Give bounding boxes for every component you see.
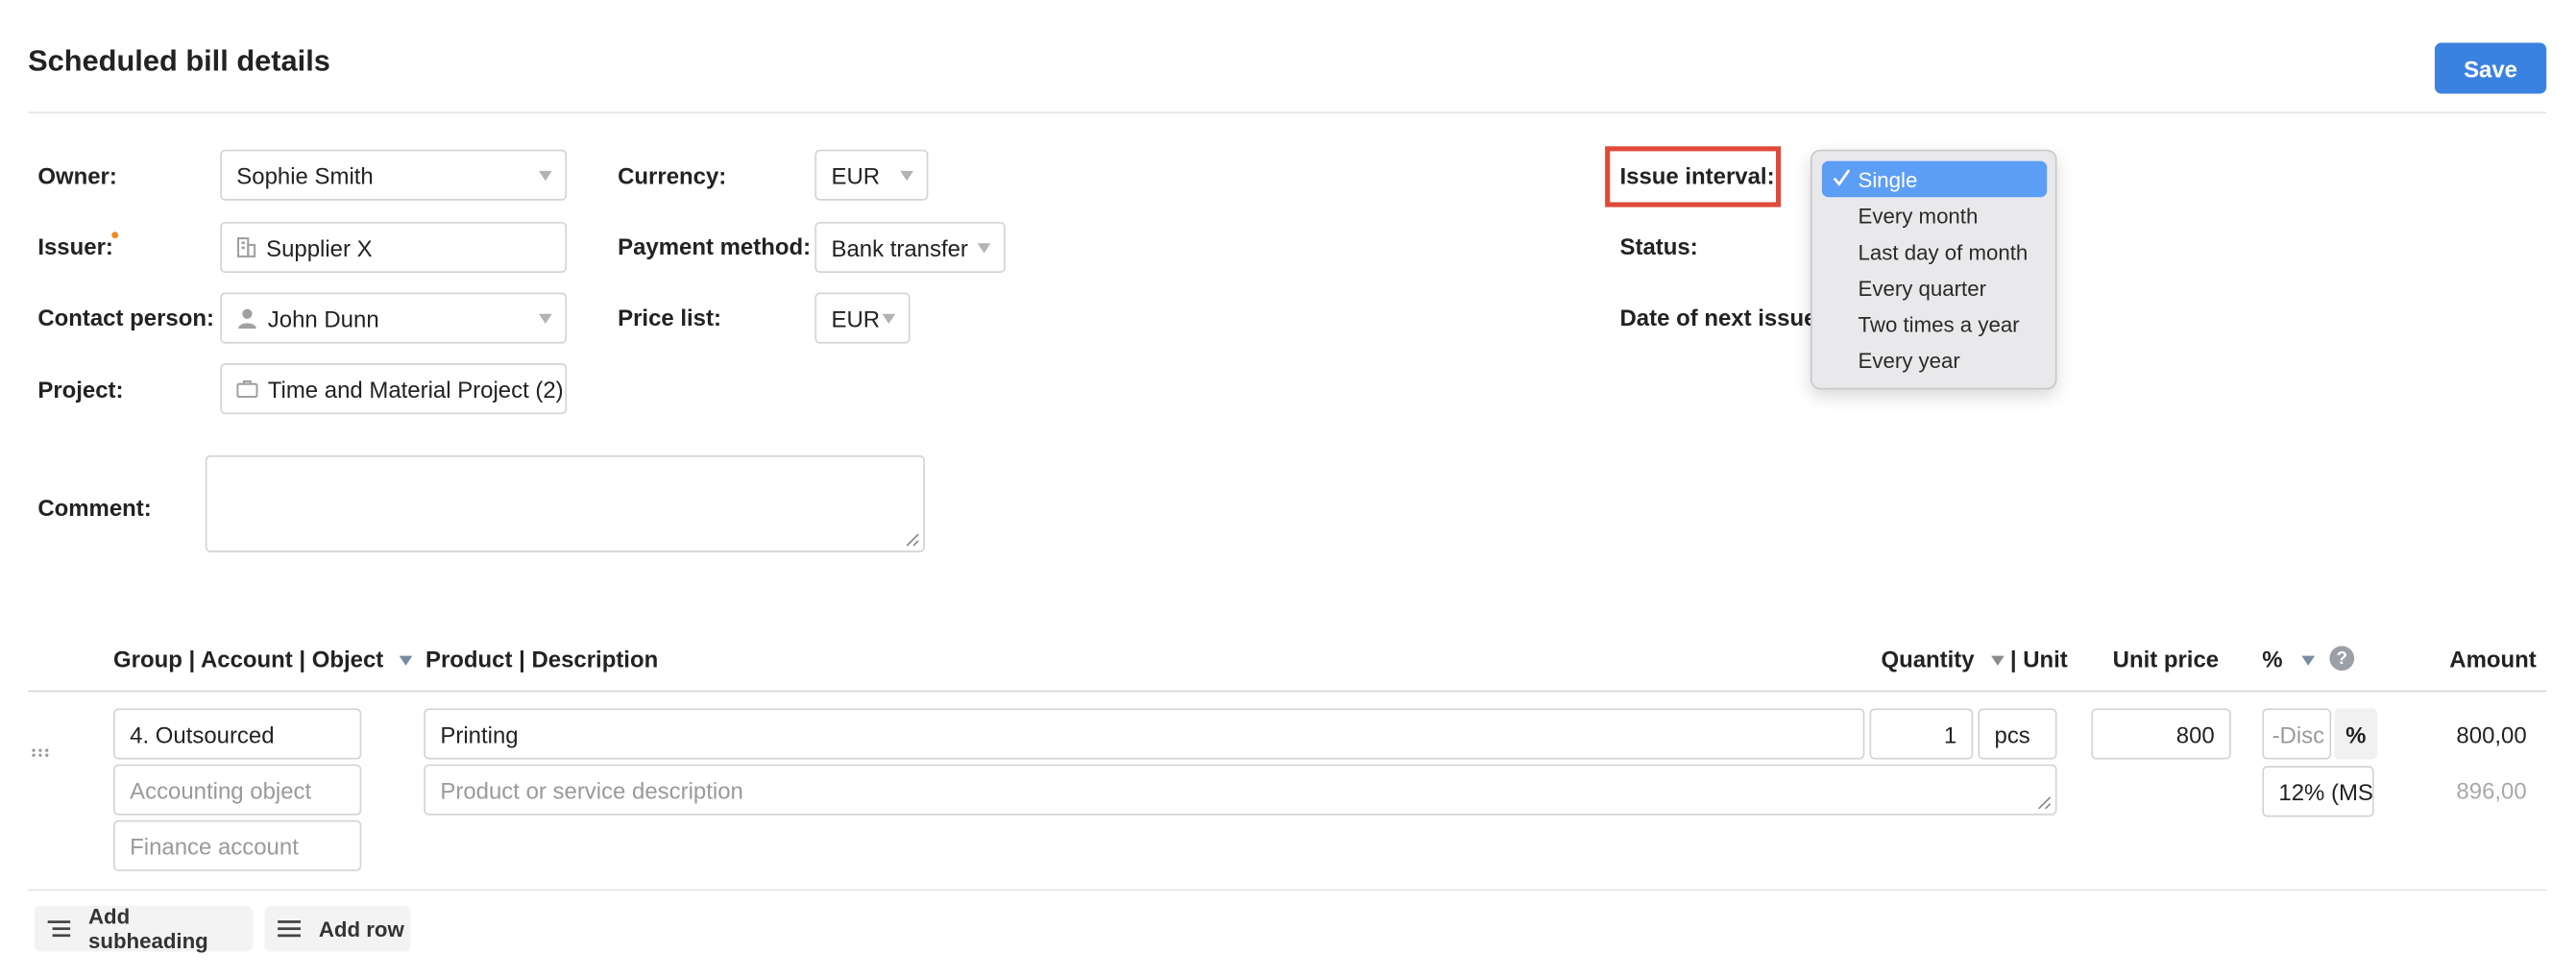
required-indicator: [111, 232, 119, 239]
chevron-down-icon[interactable]: [2301, 656, 2316, 667]
price-list-value: EUR: [831, 305, 881, 331]
table-header-divider: [28, 690, 2547, 693]
rows-icon: [278, 920, 302, 938]
group-account-input[interactable]: 4. Outsourced: [113, 708, 362, 760]
owner-label: Owner:: [37, 162, 117, 189]
column-header-group-label: Group | Account | Object: [113, 646, 384, 672]
column-header-unit-price: Unit price: [2112, 646, 2220, 672]
save-button[interactable]: Save: [2434, 42, 2547, 94]
payment-method-label: Payment method:: [618, 232, 812, 260]
row-amount-with-vat: 896,00: [2456, 777, 2527, 804]
page-title: Scheduled bill details: [28, 44, 330, 78]
next-issue-date-label: Date of next issue:: [1619, 304, 1825, 330]
checkmark-icon: [1833, 169, 1851, 186]
dropdown-option-label: Single: [1858, 166, 1918, 192]
add-subheading-button[interactable]: Add subheading: [34, 904, 254, 954]
resize-handle-icon[interactable]: [905, 532, 919, 547]
dropdown-option-every-month[interactable]: Every month: [1822, 197, 2047, 233]
accounting-object-input[interactable]: Accounting object: [113, 764, 362, 816]
project-label: Project:: [37, 376, 124, 403]
unit-input[interactable]: pcs: [1978, 708, 2057, 760]
chevron-down-icon[interactable]: [1990, 656, 2005, 667]
unit-price-input[interactable]: 800: [2091, 708, 2231, 760]
chevron-down-icon[interactable]: [400, 656, 413, 667]
column-header-amount: Amount: [2449, 646, 2537, 672]
add-subheading-label: Add subheading: [87, 904, 208, 954]
table-bottom-divider: [28, 889, 2547, 892]
product-input[interactable]: Printing: [424, 708, 1865, 760]
add-row-label: Add row: [318, 916, 404, 941]
price-list-label: Price list:: [618, 304, 721, 330]
column-header-quantity[interactable]: Quantity | Unit: [1881, 646, 2067, 672]
payment-method-value: Bank transfer: [831, 233, 968, 261]
currency-value: EUR: [831, 161, 881, 188]
discount-unit-toggle[interactable]: %: [2334, 708, 2378, 760]
issuer-value: Supplier X: [266, 233, 373, 261]
contact-person-value: John Dunn: [267, 305, 379, 331]
issue-interval-highlight: [1605, 146, 1782, 208]
currency-label: Currency:: [618, 162, 727, 189]
resize-handle-icon[interactable]: [2037, 795, 2052, 810]
dropdown-option-two-times-a-year[interactable]: Two times a year: [1822, 306, 2047, 342]
chevron-down-icon: [977, 243, 991, 254]
chevron-down-icon: [882, 313, 896, 325]
column-header-unit-label: | Unit: [2009, 646, 2068, 672]
comment-label: Comment:: [37, 494, 152, 522]
owner-select[interactable]: Sophie Smith: [220, 149, 568, 201]
column-header-group[interactable]: Group | Account | Object: [113, 646, 413, 672]
column-header-percent-label: %: [2262, 646, 2283, 672]
dropdown-option-single[interactable]: Single: [1821, 160, 2048, 198]
briefcase-icon: [236, 379, 258, 399]
row-amount: 800,00: [2456, 721, 2527, 748]
description-placeholder: Product or service description: [440, 776, 743, 803]
column-header-product: Product | Description: [425, 646, 659, 672]
help-icon[interactable]: ?: [2329, 646, 2355, 672]
subheading-icon: [47, 920, 71, 938]
currency-select[interactable]: EUR: [814, 149, 929, 201]
building-icon: [236, 237, 256, 257]
project-field[interactable]: Time and Material Project (2): [220, 363, 568, 415]
contact-person-label: Contact person:: [37, 304, 214, 330]
dropdown-option-every-year[interactable]: Every year: [1822, 342, 2047, 379]
issuer-label: Issuer:: [37, 232, 113, 260]
chevron-down-icon: [539, 170, 552, 182]
dropdown-option-every-quarter[interactable]: Every quarter: [1822, 270, 2047, 306]
dropdown-option-last-day-of-month[interactable]: Last day of month: [1822, 233, 2047, 270]
column-header-quantity-label: Quantity: [1881, 646, 1975, 672]
chevron-down-icon: [900, 170, 914, 182]
status-label: Status:: [1619, 232, 1698, 260]
project-value: Time and Material Project (2): [267, 375, 564, 403]
contact-person-select[interactable]: John Dunn: [220, 292, 568, 344]
description-textarea[interactable]: Product or service description: [424, 764, 2057, 816]
drag-handle-icon[interactable]: [31, 747, 49, 757]
vat-select[interactable]: 12% (MS: [2262, 766, 2374, 818]
person-icon: [238, 308, 256, 330]
column-header-percent[interactable]: %: [2262, 646, 2316, 672]
payment-method-select[interactable]: Bank transfer: [814, 221, 1006, 274]
comment-textarea[interactable]: [205, 454, 925, 552]
issuer-field[interactable]: Supplier X: [220, 221, 568, 274]
issue-interval-dropdown[interactable]: Single Every month Last day of month Eve…: [1810, 149, 2057, 390]
price-list-select[interactable]: EUR: [814, 292, 911, 344]
owner-value: Sophie Smith: [236, 161, 374, 188]
chevron-down-icon: [539, 313, 552, 325]
finance-account-input[interactable]: Finance account: [113, 819, 362, 871]
header-divider: [28, 111, 2547, 114]
discount-input[interactable]: -Disc: [2262, 708, 2332, 760]
add-row-button[interactable]: Add row: [264, 905, 411, 952]
quantity-input[interactable]: 1: [1869, 708, 1974, 760]
